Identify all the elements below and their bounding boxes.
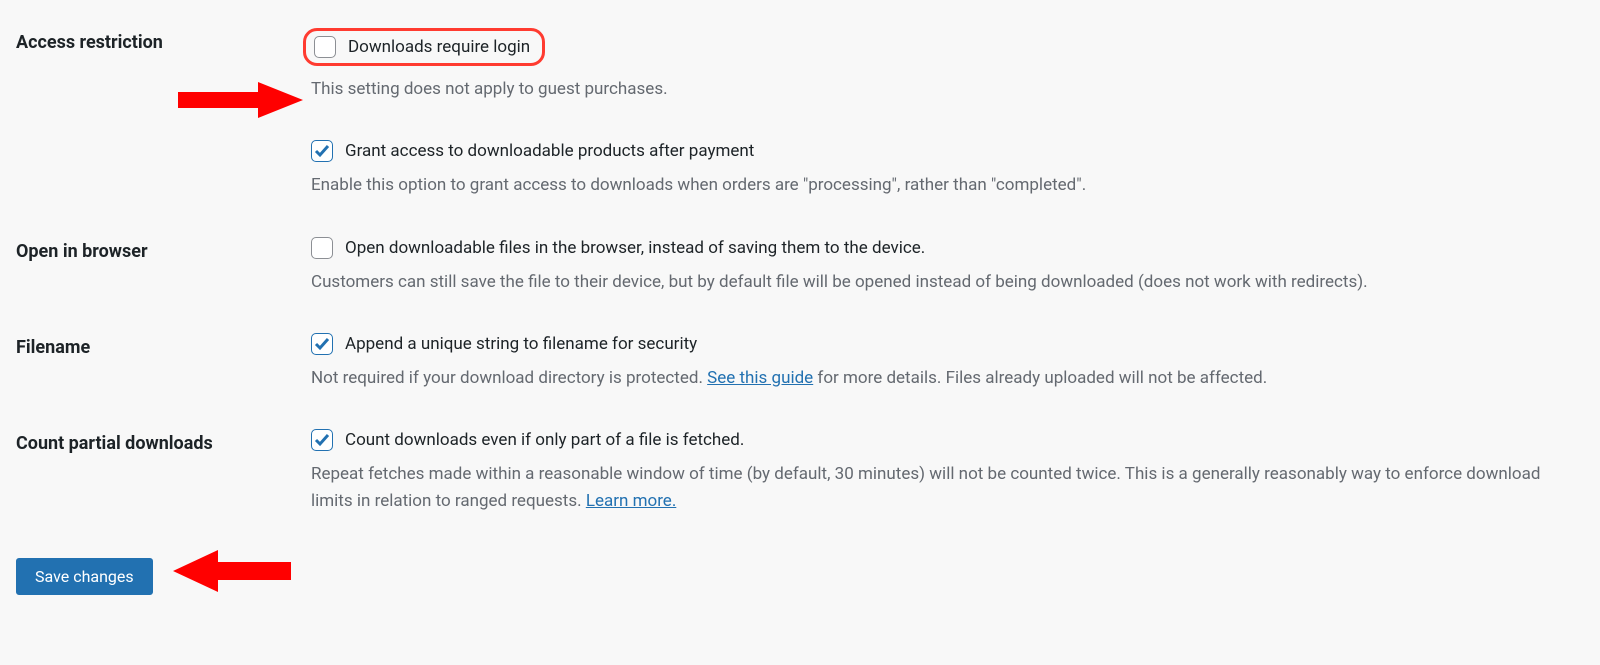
- row-heading-access-restriction: Access restriction: [16, 20, 311, 229]
- row-heading-open-in-browser: Open in browser: [16, 229, 311, 325]
- count-partial-label: Count downloads even if only part of a f…: [345, 430, 744, 450]
- downloads-require-login-checkbox[interactable]: [314, 36, 336, 58]
- open-in-browser-description: Customers can still save the file to the…: [311, 269, 1571, 295]
- count-partial-description: Repeat fetches made within a reasonable …: [311, 461, 1571, 514]
- filename-label: Append a unique string to filename for s…: [345, 334, 697, 354]
- open-in-browser-label: Open downloadable files in the browser, …: [345, 238, 925, 258]
- grant-access-description: Enable this option to grant access to do…: [311, 172, 1571, 198]
- count-partial-checkbox[interactable]: [311, 429, 333, 451]
- grant-access-checkbox[interactable]: [311, 140, 333, 162]
- annotation-highlight-box: Downloads require login: [303, 28, 545, 66]
- row-heading-count-partial: Count partial downloads: [16, 421, 311, 544]
- downloads-require-login-description: This setting does not apply to guest pur…: [311, 76, 1571, 102]
- row-heading-filename: Filename: [16, 325, 311, 421]
- filename-description: Not required if your download directory …: [311, 365, 1571, 391]
- downloads-require-login-label: Downloads require login: [348, 37, 530, 57]
- grant-access-label: Grant access to downloadable products af…: [345, 141, 754, 161]
- see-this-guide-link[interactable]: See this guide: [707, 368, 813, 388]
- save-button[interactable]: Save changes: [16, 558, 153, 595]
- filename-checkbox[interactable]: [311, 333, 333, 355]
- learn-more-link[interactable]: Learn more.: [586, 491, 677, 511]
- annotation-arrow-icon: [173, 550, 291, 597]
- open-in-browser-checkbox[interactable]: [311, 237, 333, 259]
